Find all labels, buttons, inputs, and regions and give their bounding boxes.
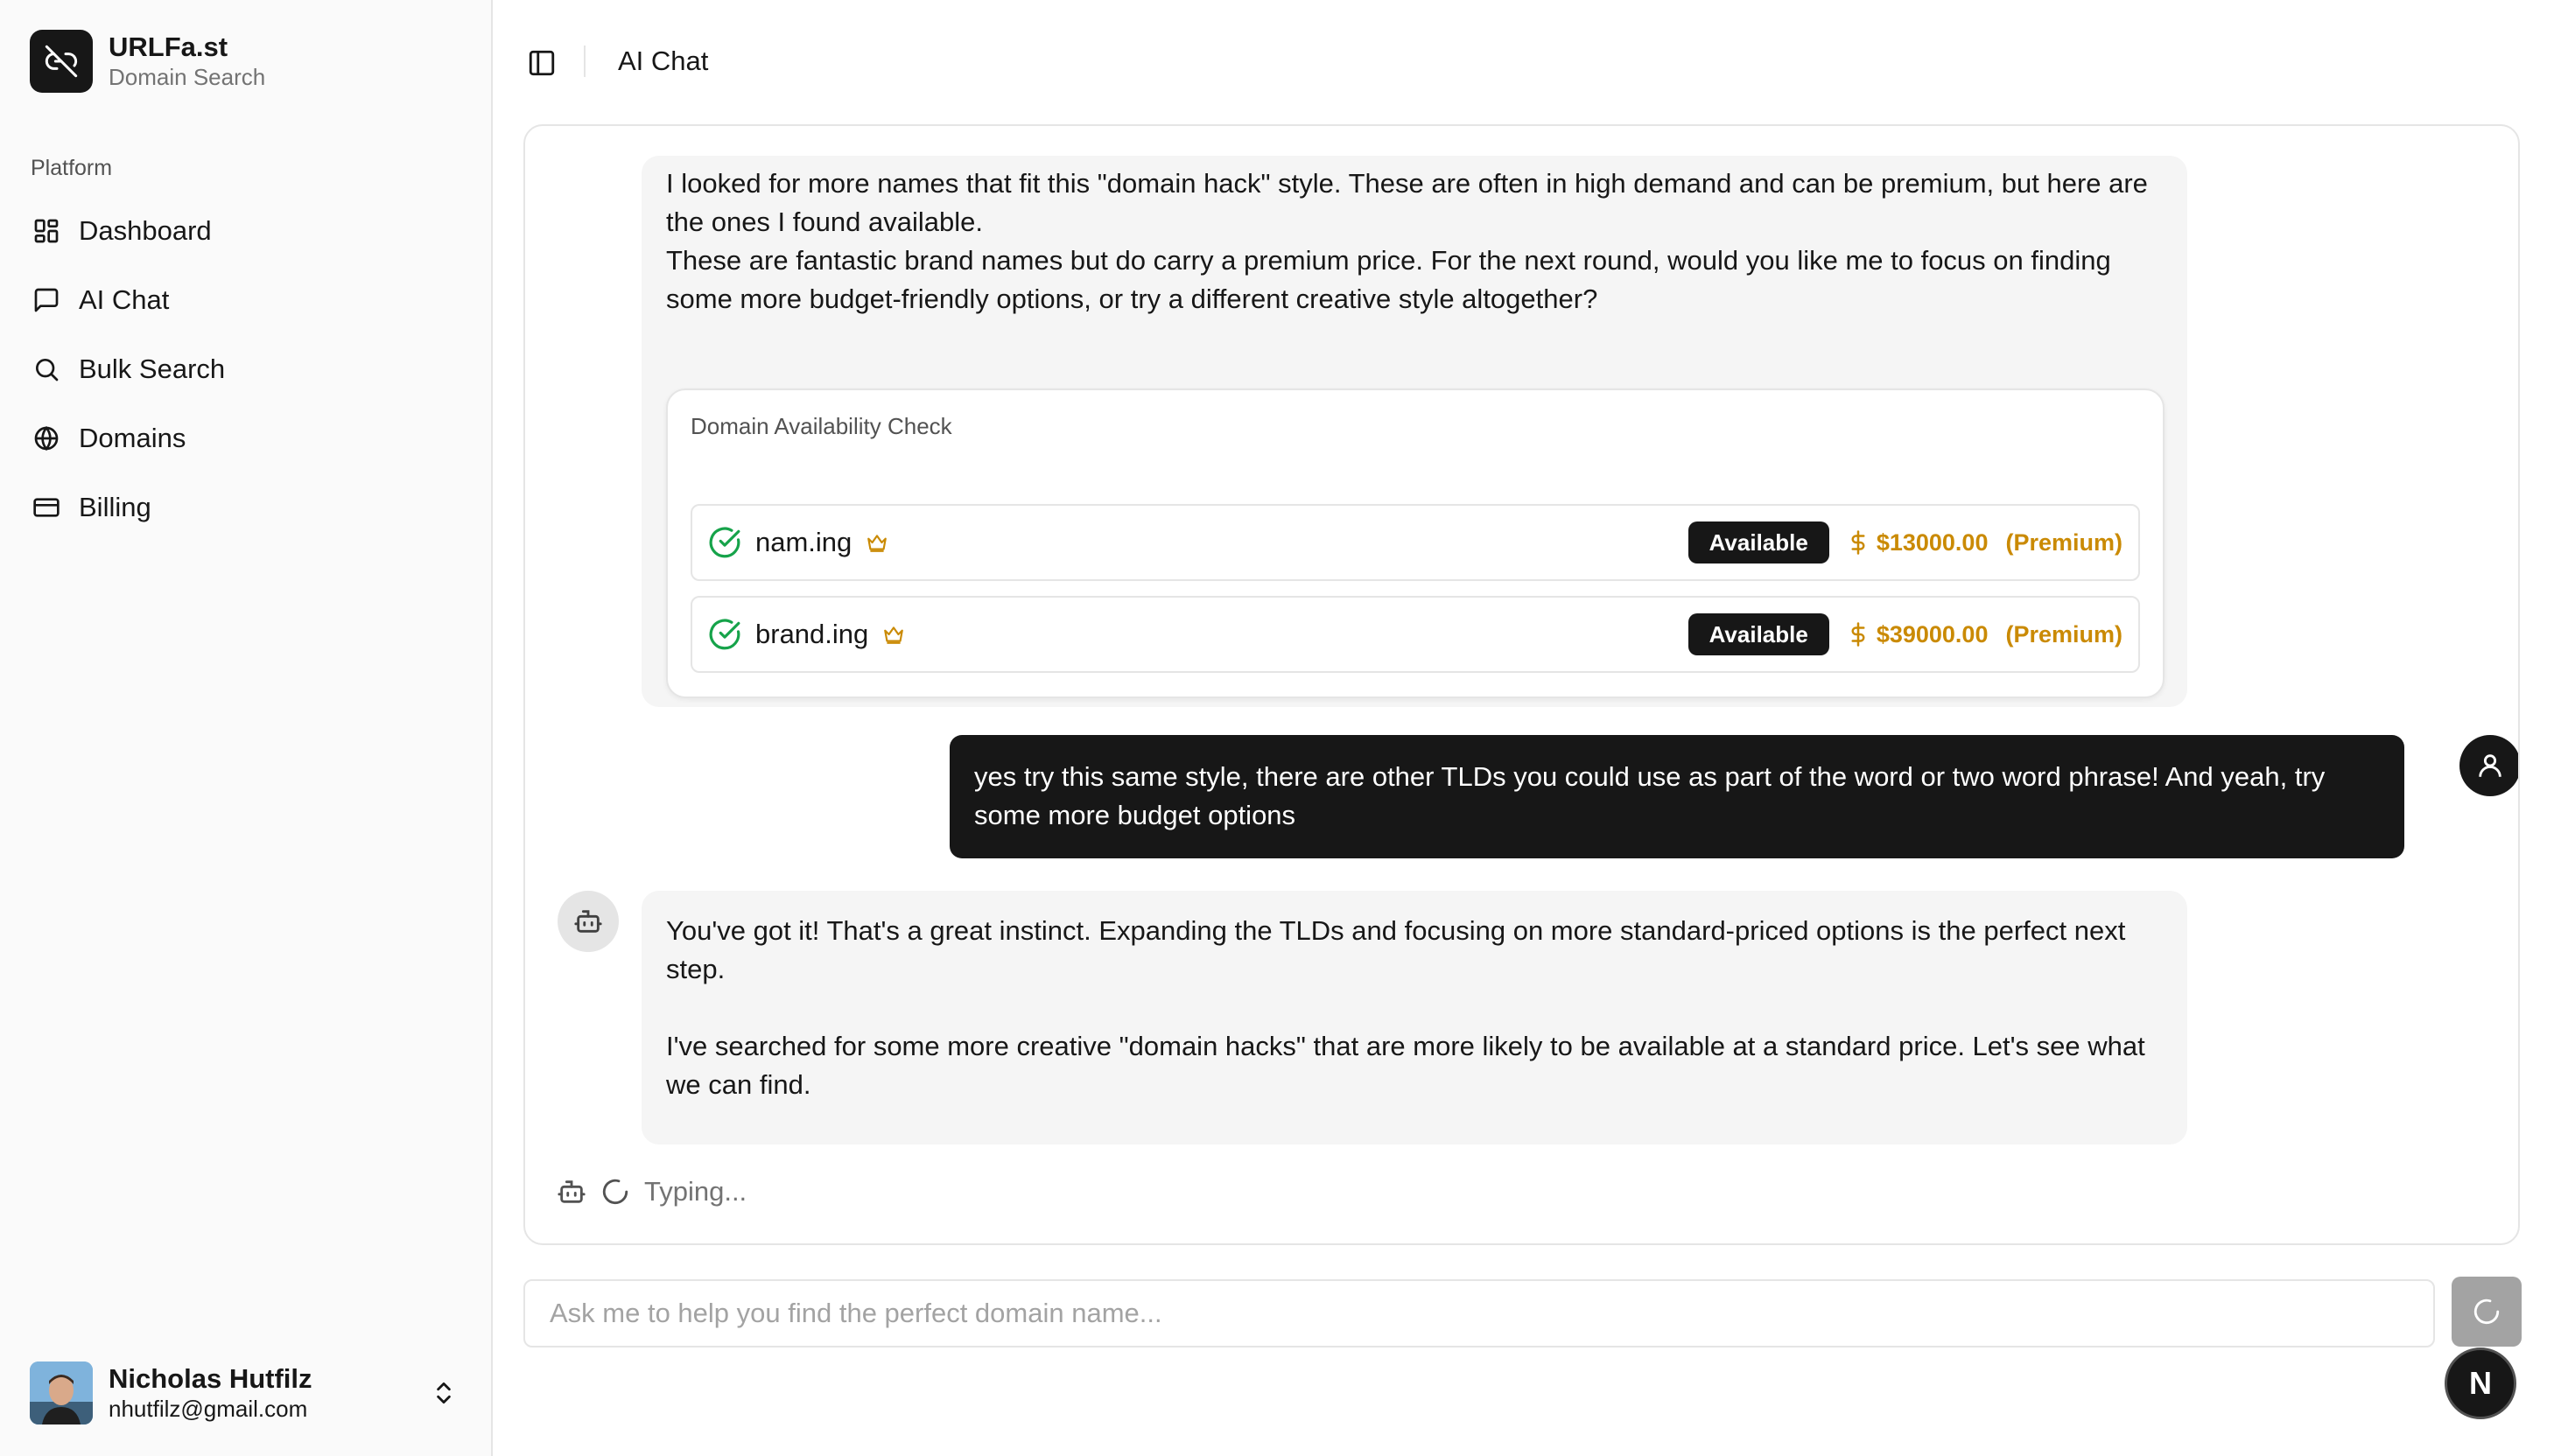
chat-input[interactable] [523, 1279, 2435, 1348]
dollar-icon [1851, 530, 1865, 555]
brand-name: URLFa.st [109, 32, 228, 62]
bot-icon [558, 1180, 586, 1203]
avatar [30, 1362, 93, 1424]
user-name: Nicholas Hutfilz [109, 1363, 312, 1394]
sidebar-item-dashboard[interactable]: Dashboard [19, 196, 474, 265]
message-paragraph: I looked for more names that fit this "d… [666, 168, 2148, 237]
loader-icon [602, 1179, 628, 1205]
sidebar-item-label: Dashboard [79, 214, 212, 246]
message-paragraph: These are fantastic brand names but do c… [666, 245, 2111, 314]
domain-result-row[interactable]: nam.ing Available $13000.00 (Premium) [691, 504, 2140, 581]
sidebar-item-label: Bulk Search [79, 353, 226, 384]
globe-icon [32, 424, 61, 453]
sidebar-item-label: Domains [79, 422, 186, 453]
dashboard-icon [32, 216, 61, 246]
sidebar-nav: Dashboard AI Chat Bulk Search Domains Bi… [19, 196, 474, 542]
topbar-divider [584, 46, 586, 77]
brand[interactable]: URLFa.st Domain Search [30, 30, 265, 93]
n-badge-letter: N [2469, 1365, 2492, 1401]
check-circle-icon [709, 527, 740, 558]
typing-text: Typing... [644, 1176, 747, 1207]
dollar-icon [1851, 622, 1865, 647]
search-icon [32, 354, 61, 384]
credit-card-icon [32, 493, 61, 522]
user-message: yes try this same style, there are other… [950, 735, 2404, 858]
sidebar-item-label: AI Chat [79, 284, 170, 315]
domain-name: brand.ing [755, 619, 869, 649]
message-text: yes try this same style, there are other… [974, 761, 2326, 830]
premium-label: (Premium) [2005, 528, 2122, 556]
brand-subtitle: Domain Search [109, 64, 266, 90]
page-title: AI Chat [618, 46, 709, 76]
user-email: nhutfilz@gmail.com [109, 1396, 308, 1422]
typing-indicator: Typing... [557, 1174, 747, 1209]
link-icon [30, 30, 93, 93]
domain-result-row[interactable]: brand.ing Available $39000.00 (Premium) [691, 596, 2140, 673]
domain-price: $39000.00 [1876, 620, 1989, 648]
assistant-message: You've got it! That's a great instinct. … [642, 891, 2187, 1144]
premium-label: (Premium) [2005, 620, 2122, 648]
sidebar-item-domains[interactable]: Domains [19, 403, 474, 472]
crown-icon [884, 626, 904, 644]
chevrons-up-down-icon [431, 1376, 457, 1410]
domain-name: nam.ing [755, 527, 853, 557]
panel-left-icon [529, 50, 555, 76]
main-area: AI Chat I looked for more names that fit… [493, 0, 2554, 1456]
status-badge: Available [1687, 613, 1829, 655]
send-button[interactable] [2452, 1277, 2522, 1347]
topbar: AI Chat [493, 0, 2554, 122]
sidebar-item-label: Billing [79, 491, 151, 522]
loader-icon [2473, 1298, 2500, 1325]
status-badge: Available [1687, 522, 1829, 564]
message-paragraph: You've got it! That's a great instinct. … [666, 915, 2126, 984]
sidebar: URLFa.st Domain Search Platform Dashboar… [0, 0, 493, 1456]
n-badge-button[interactable]: N [2445, 1348, 2516, 1419]
user-icon [2479, 754, 2501, 777]
crown-icon [867, 535, 888, 552]
assistant-message: I looked for more names that fit this "d… [642, 156, 2187, 707]
sidebar-item-bulk-search[interactable]: Bulk Search [19, 334, 474, 403]
message-paragraph: I've searched for some more creative "do… [666, 1031, 2145, 1100]
message-icon [32, 285, 61, 315]
check-circle-icon [709, 619, 740, 650]
sidebar-item-billing[interactable]: Billing [19, 472, 474, 542]
sidebar-group-label: Platform [31, 156, 113, 180]
bot-avatar [558, 891, 619, 952]
domain-availability-card: Domain Availability Check nam.ing Availa… [666, 388, 2165, 698]
chat-panel[interactable]: I looked for more names that fit this "d… [523, 124, 2520, 1245]
domain-card-title: Domain Availability Check [691, 413, 952, 439]
user-avatar [2459, 735, 2518, 796]
domain-price: $13000.00 [1876, 528, 1989, 556]
sidebar-item-ai-chat[interactable]: AI Chat [19, 265, 474, 334]
sidebar-toggle-button[interactable] [524, 46, 559, 80]
bot-icon [574, 910, 602, 933]
user-menu[interactable]: Nicholas Hutfilz nhutfilz@gmail.com [30, 1362, 467, 1424]
